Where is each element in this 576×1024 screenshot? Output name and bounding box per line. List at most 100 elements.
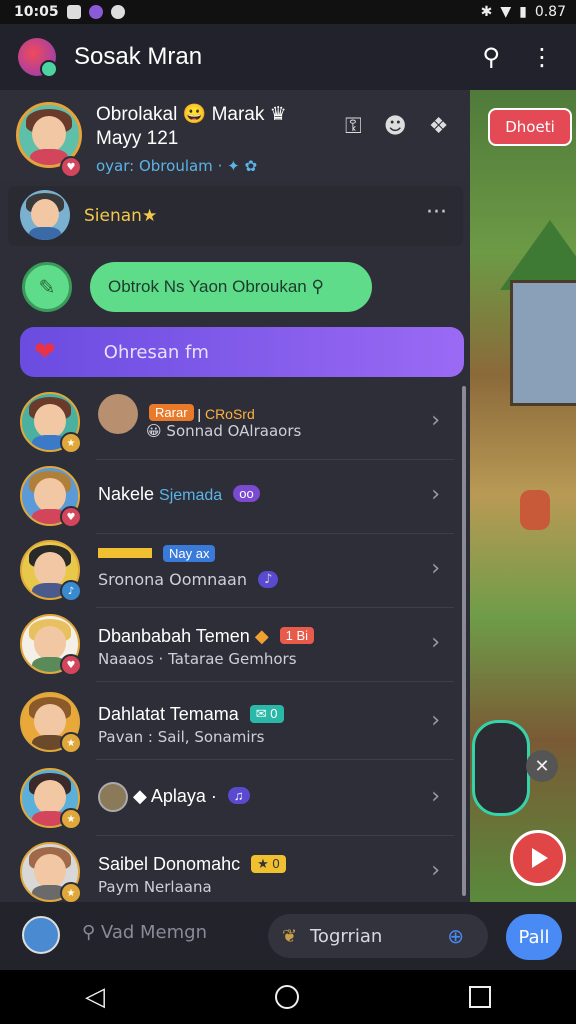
system-nav-bar: ◁ [0, 970, 576, 1024]
list-item-title: ◆ Aplaya · ♫ [98, 782, 250, 812]
back-icon[interactable]: ◁ [85, 982, 105, 1012]
search-field[interactable]: ⚲ Vad Memgn [82, 922, 207, 943]
progress-bar [98, 548, 152, 558]
status-badge: ♥ [60, 654, 82, 676]
app-notification-icon [88, 5, 103, 19]
emoji-icon: 😀 [146, 422, 162, 440]
chevron-right-icon[interactable]: › [431, 784, 440, 809]
user-add-icon[interactable]: ☻ [384, 114, 407, 139]
battery-level: 0.87 [534, 4, 566, 20]
status-time: 10:05 [14, 4, 59, 20]
crown-icon: ♛ [269, 104, 287, 125]
leaf-icon: ❦ [282, 925, 298, 947]
avatar[interactable] [22, 916, 60, 954]
list-item-subtitle: Pavan : Sail, Sonamirs [98, 728, 265, 746]
pinned-friend-card[interactable]: Sienan★ ··· [8, 186, 463, 246]
app-title: Sosak Mran [74, 43, 203, 70]
tag-label: CRoSrd [204, 405, 255, 422]
notification-icon [66, 5, 81, 19]
level-badge: ★ [60, 808, 82, 830]
list-item-subtitle: Paym Nerlaana [98, 878, 212, 896]
profile-header-card[interactable]: ♥ Obrolakal 😀 Marak ♛ Mayy 121 oyar: Obr… [0, 90, 470, 182]
list-item[interactable]: ★ ◆ Aplaya · ♫ › [0, 762, 470, 836]
status-bar: 10:05 ✱ ▼ ▮ 0.87 [0, 0, 576, 24]
list-item[interactable]: ♥ Nakele Sjemada oo › [0, 460, 470, 534]
status-badge: ♪ [60, 580, 82, 602]
list-item-title: Nakele Sjemada oo [98, 484, 260, 505]
call-button[interactable]: Pall [506, 914, 562, 960]
game-background: Dhoeti ✕ [470, 90, 576, 902]
list-item[interactable]: ★ Rarar | CRoSrd 😀 Sonnad OAlraaors › [0, 386, 470, 460]
chevron-right-icon[interactable]: › [431, 408, 440, 433]
small-avatar [98, 782, 128, 812]
list-item-title: Dahlatat Temama ✉ 0 [98, 704, 284, 725]
emoji-icon: ♫ [227, 786, 250, 804]
star-icon: ★ [257, 856, 269, 871]
tag: Rarar [149, 403, 194, 421]
home-icon[interactable] [275, 985, 299, 1009]
list-item[interactable]: ♪ Nay ax Sronona Oomnaan ♪ › [0, 534, 470, 608]
chevron-right-icon[interactable]: › [431, 858, 440, 883]
more-horizontal-icon[interactable]: ··· [426, 200, 447, 225]
more-vertical-icon[interactable]: ⋮ [530, 43, 554, 71]
chevron-right-icon[interactable]: › [431, 708, 440, 733]
tag: Nay ax [163, 545, 216, 562]
list-item-subtitle: 😀 Sonnad OAlraaors [146, 422, 302, 440]
header-name: Obrolakal 😀 Marak ♛ [96, 104, 287, 125]
chat-icon: ✉ [255, 706, 267, 721]
gift-icon: ◆ [133, 785, 147, 806]
recent-apps-icon[interactable] [469, 986, 491, 1008]
level-badge: ★ [60, 732, 82, 754]
bottom-bar: ⚲ Vad Memgn ❦ Togrrian ⊕ Pall [0, 902, 576, 970]
sync-icon [110, 5, 125, 19]
list-item-subtitle: Naaaos · Tatarae Gemhors [98, 650, 297, 668]
game-player-avatar[interactable] [472, 720, 530, 816]
pin-icon: ⚲ [311, 277, 324, 296]
settings-icon[interactable]: ❖ [429, 114, 449, 139]
header-status: oyar: Obroulam · ✦ ✿ [96, 157, 258, 175]
small-avatar [98, 394, 138, 434]
star-icon: ★ [141, 206, 158, 226]
wifi-icon: ▼ [500, 4, 512, 20]
search-icon: ⚲ [82, 922, 96, 943]
globe-icon[interactable]: ⊕ [447, 924, 464, 948]
list-item-title: Dbanbabah Temen ◆ 1 Bi [98, 626, 315, 647]
tag: 1 Bi [279, 627, 315, 644]
key-icon[interactable]: ⚿ [345, 114, 362, 139]
sticker-icon[interactable]: ✎ [22, 262, 72, 312]
chevron-right-icon[interactable]: › [431, 482, 440, 507]
message-bubble-green[interactable]: Obtrok Ns Yaon Obroukan ⚲ [90, 262, 372, 312]
tag: ✉ 0 [249, 705, 284, 723]
avatar [20, 190, 70, 240]
game-badge[interactable]: Dhoeti [488, 108, 572, 146]
close-icon[interactable]: ✕ [526, 750, 558, 782]
heart-icon: ❤ [34, 337, 56, 367]
profile-icon[interactable]: ⚲ [482, 43, 500, 71]
chevron-right-icon[interactable]: › [431, 556, 440, 581]
app-logo [18, 38, 58, 78]
scrollbar[interactable] [462, 386, 466, 896]
header-subtitle: Mayy 121 [96, 128, 179, 149]
friend-name: Sienan★ [84, 206, 158, 226]
tag: ★ 0 [251, 855, 286, 873]
emoji-icon: 😀 [182, 104, 207, 125]
status-badge: ♥ [60, 506, 82, 528]
play-button[interactable] [510, 830, 566, 886]
level-badge: ★ [60, 882, 82, 902]
bluetooth-icon: ✱ [480, 4, 493, 20]
list-item[interactable]: ♥ Dbanbabah Temen ◆ 1 Bi Naaaos · Tatara… [0, 608, 470, 682]
game-character [520, 490, 550, 530]
emoji-icon: oo [233, 485, 260, 502]
message-bubble-purple[interactable]: ❤ Ohresan fm [20, 327, 464, 377]
list-item-title: Saibel Donomahc ★ 0 [98, 854, 286, 875]
level-badge: ★ [60, 432, 82, 454]
list-item[interactable]: ★ Saibel Donomahc ★ 0 Paym Nerlaana › [0, 836, 470, 902]
message-input[interactable]: ❦ Togrrian ⊕ [268, 914, 488, 958]
chat-panel: ♥ Obrolakal 😀 Marak ♛ Mayy 121 oyar: Obr… [0, 90, 470, 902]
house-illustration [510, 280, 576, 406]
status-badge: ♥ [60, 156, 82, 178]
gift-icon: ◆ [254, 626, 269, 646]
emoji-icon: ♪ [258, 571, 279, 588]
list-item[interactable]: ★ Dahlatat Temama ✉ 0 Pavan : Sail, Sona… [0, 686, 470, 760]
chevron-right-icon[interactable]: › [431, 630, 440, 655]
